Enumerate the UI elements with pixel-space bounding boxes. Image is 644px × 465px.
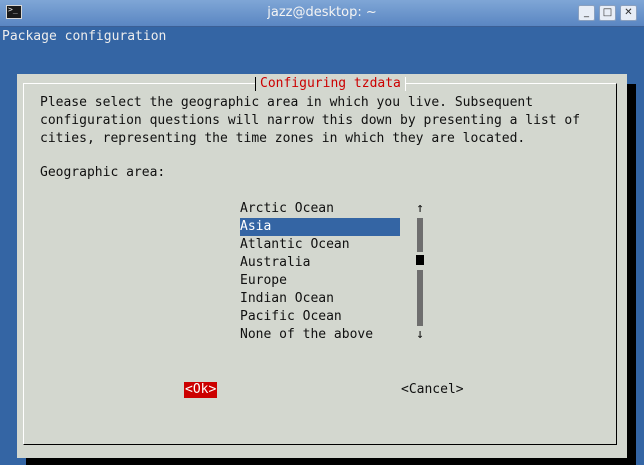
- scroll-up-arrow-icon[interactable]: ↑: [415, 200, 425, 218]
- description-line: configuration questions will narrow this…: [40, 113, 581, 128]
- ok-button[interactable]: <Ok>: [184, 382, 218, 398]
- scroll-track: [417, 270, 423, 326]
- option-indian-ocean[interactable]: Indian Ocean: [240, 290, 400, 308]
- window-title: jazz@desktop: ~: [267, 5, 377, 20]
- terminal-window: jazz@desktop: ~ _ □ ✕ Package configurat…: [0, 0, 644, 465]
- cancel-button[interactable]: <Cancel>: [400, 382, 465, 398]
- list-scrollbar[interactable]: ↑ ↓: [415, 200, 425, 344]
- option-none-of-the-above[interactable]: None of the above: [240, 326, 400, 344]
- package-configuration-header: Package configuration: [2, 29, 167, 44]
- option-atlantic-ocean[interactable]: Atlantic Ocean: [240, 236, 400, 254]
- tzdata-dialog: Configuring tzdata Please select the geo…: [17, 74, 627, 458]
- geographic-area-prompt: Geographic area:: [40, 165, 166, 180]
- title-bar[interactable]: jazz@desktop: ~ _ □ ✕: [0, 0, 644, 27]
- close-button[interactable]: ✕: [620, 5, 637, 21]
- option-pacific-ocean[interactable]: Pacific Ocean: [240, 308, 400, 326]
- option-arctic-ocean[interactable]: Arctic Ocean: [240, 200, 400, 218]
- terminal-area[interactable]: Package configuration Configuring tzdata…: [0, 27, 644, 465]
- dialog-title: Configuring tzdata: [255, 75, 406, 92]
- scroll-down-arrow-icon[interactable]: ↓: [415, 326, 425, 344]
- dialog-description: Please select the geographic area in whi…: [40, 94, 580, 148]
- option-australia[interactable]: Australia: [240, 254, 400, 272]
- scroll-thumb[interactable]: [416, 255, 424, 265]
- minimize-button[interactable]: _: [578, 5, 595, 21]
- option-europe[interactable]: Europe: [240, 272, 400, 290]
- dialog-frame: Configuring tzdata Please select the geo…: [23, 75, 617, 445]
- geographic-area-list[interactable]: Arctic Ocean Asia Atlantic Ocean Austral…: [240, 200, 400, 344]
- scroll-track: [417, 218, 423, 252]
- description-line: Please select the geographic area in whi…: [40, 95, 534, 110]
- option-asia[interactable]: Asia: [240, 218, 400, 236]
- maximize-button[interactable]: □: [599, 5, 616, 21]
- description-line: cities, representing the time zones in w…: [40, 131, 526, 146]
